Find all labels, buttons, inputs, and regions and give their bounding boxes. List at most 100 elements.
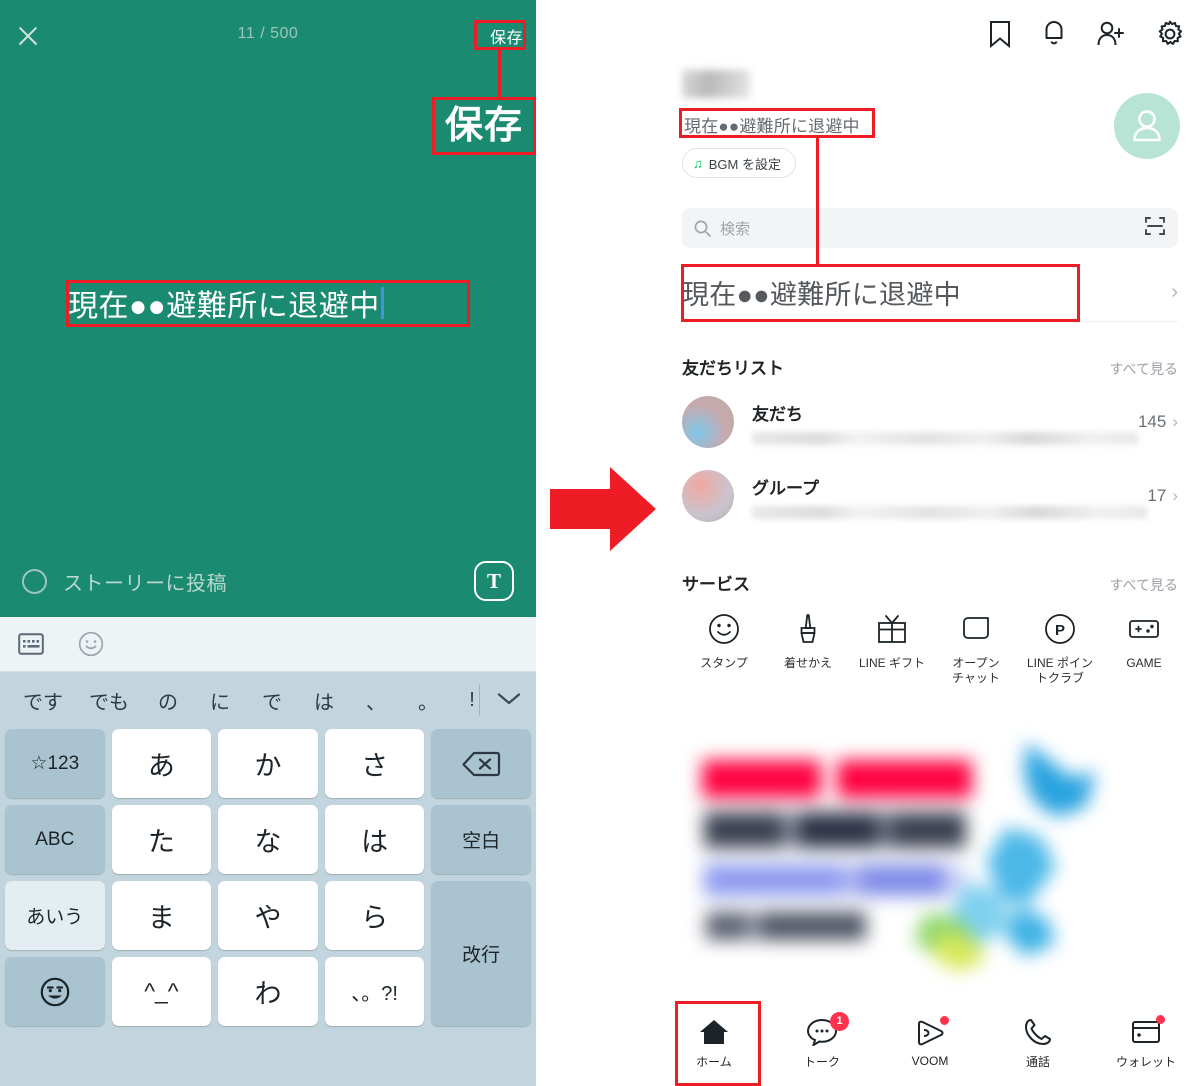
suggestion-item[interactable]: 。 bbox=[402, 686, 454, 715]
backspace-icon[interactable] bbox=[431, 729, 531, 798]
key-symbols[interactable]: ☆123 bbox=[5, 729, 105, 798]
smiley-face-icon bbox=[707, 608, 741, 650]
key-ta[interactable]: た bbox=[111, 805, 212, 874]
svg-text:P: P bbox=[1055, 622, 1065, 639]
story-post-toggle-row[interactable]: ストーリーに投稿 T bbox=[0, 545, 536, 617]
nav-item-chat[interactable]: 1 トーク bbox=[768, 1000, 876, 1086]
key-na[interactable]: な bbox=[218, 805, 318, 874]
status-editor-panel: 11 / 500 保存 保存 現在●●避難所に退避中 ストーリーに投稿 T です… bbox=[0, 0, 536, 1086]
services-see-all-link[interactable]: すべて見る bbox=[1110, 575, 1178, 595]
nav-label: 通話 bbox=[1025, 1054, 1050, 1069]
chevron-right-icon: › bbox=[1172, 486, 1178, 505]
openchat-icon bbox=[959, 608, 993, 650]
key-punctuation[interactable]: 、。?! bbox=[324, 957, 425, 1026]
red-right-arrow bbox=[548, 463, 658, 555]
gear-icon[interactable] bbox=[1156, 20, 1184, 53]
suggestion-item[interactable]: です bbox=[10, 686, 76, 715]
text-style-button[interactable]: T bbox=[474, 561, 514, 601]
service-item-theme[interactable]: 着せかえ bbox=[766, 608, 850, 692]
service-item-game[interactable]: GAME bbox=[1102, 608, 1186, 692]
suggestion-item[interactable]: の bbox=[142, 686, 194, 715]
chevron-down-icon[interactable] bbox=[496, 690, 522, 711]
key-ka[interactable]: か bbox=[218, 729, 318, 798]
service-item-stamp[interactable]: スタンプ bbox=[682, 608, 766, 692]
text-style-label: T bbox=[486, 568, 501, 593]
nav-item-voom[interactable]: VOOM bbox=[876, 1000, 984, 1086]
story-toggle-circle[interactable] bbox=[22, 568, 47, 594]
wallet-icon bbox=[1131, 1014, 1165, 1047]
key-space[interactable]: 空白 bbox=[431, 805, 531, 874]
service-item-openchat[interactable]: オープン チャット bbox=[934, 608, 1018, 692]
nav-label: ウォレット bbox=[1115, 1054, 1176, 1069]
avatar bbox=[682, 396, 734, 448]
key-ha[interactable]: は bbox=[324, 805, 425, 874]
bgm-set-button[interactable]: ♫ BGM を設定 bbox=[682, 148, 796, 178]
bookmark-icon[interactable] bbox=[988, 20, 1012, 53]
key-a[interactable]: あ bbox=[111, 729, 212, 798]
service-label: オープン チャット bbox=[952, 656, 1000, 685]
profile-name-redacted bbox=[682, 70, 750, 98]
brush-icon bbox=[791, 608, 825, 650]
emoji-key-icon[interactable] bbox=[5, 957, 105, 1026]
list-item-subtext-redacted bbox=[752, 431, 1138, 445]
annotation-box-save bbox=[474, 20, 526, 50]
gift-icon bbox=[875, 608, 909, 650]
search-placeholder: 検索 bbox=[720, 220, 751, 238]
service-label: 着せかえ bbox=[783, 656, 832, 670]
status-editor: 11 / 500 保存 保存 現在●●避難所に退避中 ストーリーに投稿 T bbox=[0, 0, 536, 617]
nav-label: トーク bbox=[803, 1054, 840, 1069]
qr-scan-icon[interactable] bbox=[1144, 215, 1166, 242]
japanese-keyboard: です でも の に で は 、 。 ! ☆123 あ か さ ABC た な は… bbox=[0, 617, 536, 1086]
service-label: LINE ギフト bbox=[858, 656, 925, 670]
key-abc[interactable]: ABC bbox=[5, 805, 105, 874]
suggestion-bar: です でも の に で は 、 。 ! bbox=[0, 672, 536, 729]
service-item-partial[interactable]: LI bbox=[1186, 608, 1200, 692]
emoji-icon[interactable] bbox=[76, 629, 106, 659]
suggestion-item[interactable]: は bbox=[298, 686, 350, 715]
profile-avatar[interactable] bbox=[1114, 93, 1180, 159]
list-item[interactable]: 友だち 145 › bbox=[682, 385, 1178, 459]
music-note-icon: ♫ bbox=[693, 155, 703, 171]
story-toggle-label: ストーリーに投稿 bbox=[63, 572, 227, 595]
key-ra[interactable]: ら bbox=[324, 881, 425, 950]
list-item-label: グループ bbox=[752, 478, 819, 498]
avatar bbox=[682, 470, 734, 522]
suggestion-item[interactable]: に bbox=[194, 686, 246, 715]
key-kaomoji[interactable]: ^_^ bbox=[111, 957, 212, 1026]
service-label: GAME bbox=[1126, 656, 1162, 670]
nav-item-call[interactable]: 通話 bbox=[984, 1000, 1092, 1086]
search-bar[interactable]: 検索 bbox=[682, 208, 1178, 248]
key-ma[interactable]: ま bbox=[111, 881, 212, 950]
services-section-header: サービス すべて見る bbox=[682, 570, 1178, 595]
promo-banner[interactable] bbox=[690, 712, 1120, 997]
suggestion-item[interactable]: で bbox=[246, 686, 298, 715]
phone-icon bbox=[1024, 1017, 1052, 1047]
service-label: スタンプ bbox=[700, 656, 748, 670]
nav-item-wallet[interactable]: ウォレット bbox=[1092, 1000, 1200, 1086]
key-ya[interactable]: や bbox=[218, 881, 318, 950]
gamepad-icon bbox=[1127, 608, 1161, 650]
suggestion-item[interactable]: でも bbox=[76, 686, 142, 715]
list-item-content: グループ bbox=[752, 474, 1148, 519]
annotation-save-label: 保存 bbox=[444, 105, 523, 147]
key-wa[interactable]: わ bbox=[218, 957, 318, 1026]
suggestion-item[interactable]: 、 bbox=[350, 686, 402, 715]
annotation-box-status-editor bbox=[66, 280, 470, 327]
key-enter[interactable]: 改行 bbox=[431, 881, 531, 1026]
bell-icon[interactable] bbox=[1042, 20, 1066, 53]
bgm-button-label: BGM を設定 bbox=[708, 156, 781, 172]
key-aiu[interactable]: あいう bbox=[5, 881, 105, 950]
suggestion-item[interactable]: ! bbox=[454, 689, 490, 712]
friends-section-title: 友だちリスト bbox=[682, 359, 784, 378]
service-item-points[interactable]: P LINE ポイン トクラブ bbox=[1018, 608, 1102, 692]
nav-label: VOOM bbox=[911, 1054, 949, 1068]
friends-see-all-link[interactable]: すべて見る bbox=[1110, 359, 1178, 379]
point-p-icon: P bbox=[1043, 608, 1077, 650]
add-friend-icon[interactable] bbox=[1096, 20, 1126, 53]
header-icons bbox=[988, 20, 1184, 53]
keyboard-icon[interactable] bbox=[16, 629, 46, 659]
key-sa[interactable]: さ bbox=[324, 729, 425, 798]
service-item-gift[interactable]: LINE ギフト bbox=[850, 608, 934, 692]
list-item[interactable]: グループ 17 › bbox=[682, 459, 1178, 533]
list-item-count: 17 bbox=[1147, 486, 1167, 505]
